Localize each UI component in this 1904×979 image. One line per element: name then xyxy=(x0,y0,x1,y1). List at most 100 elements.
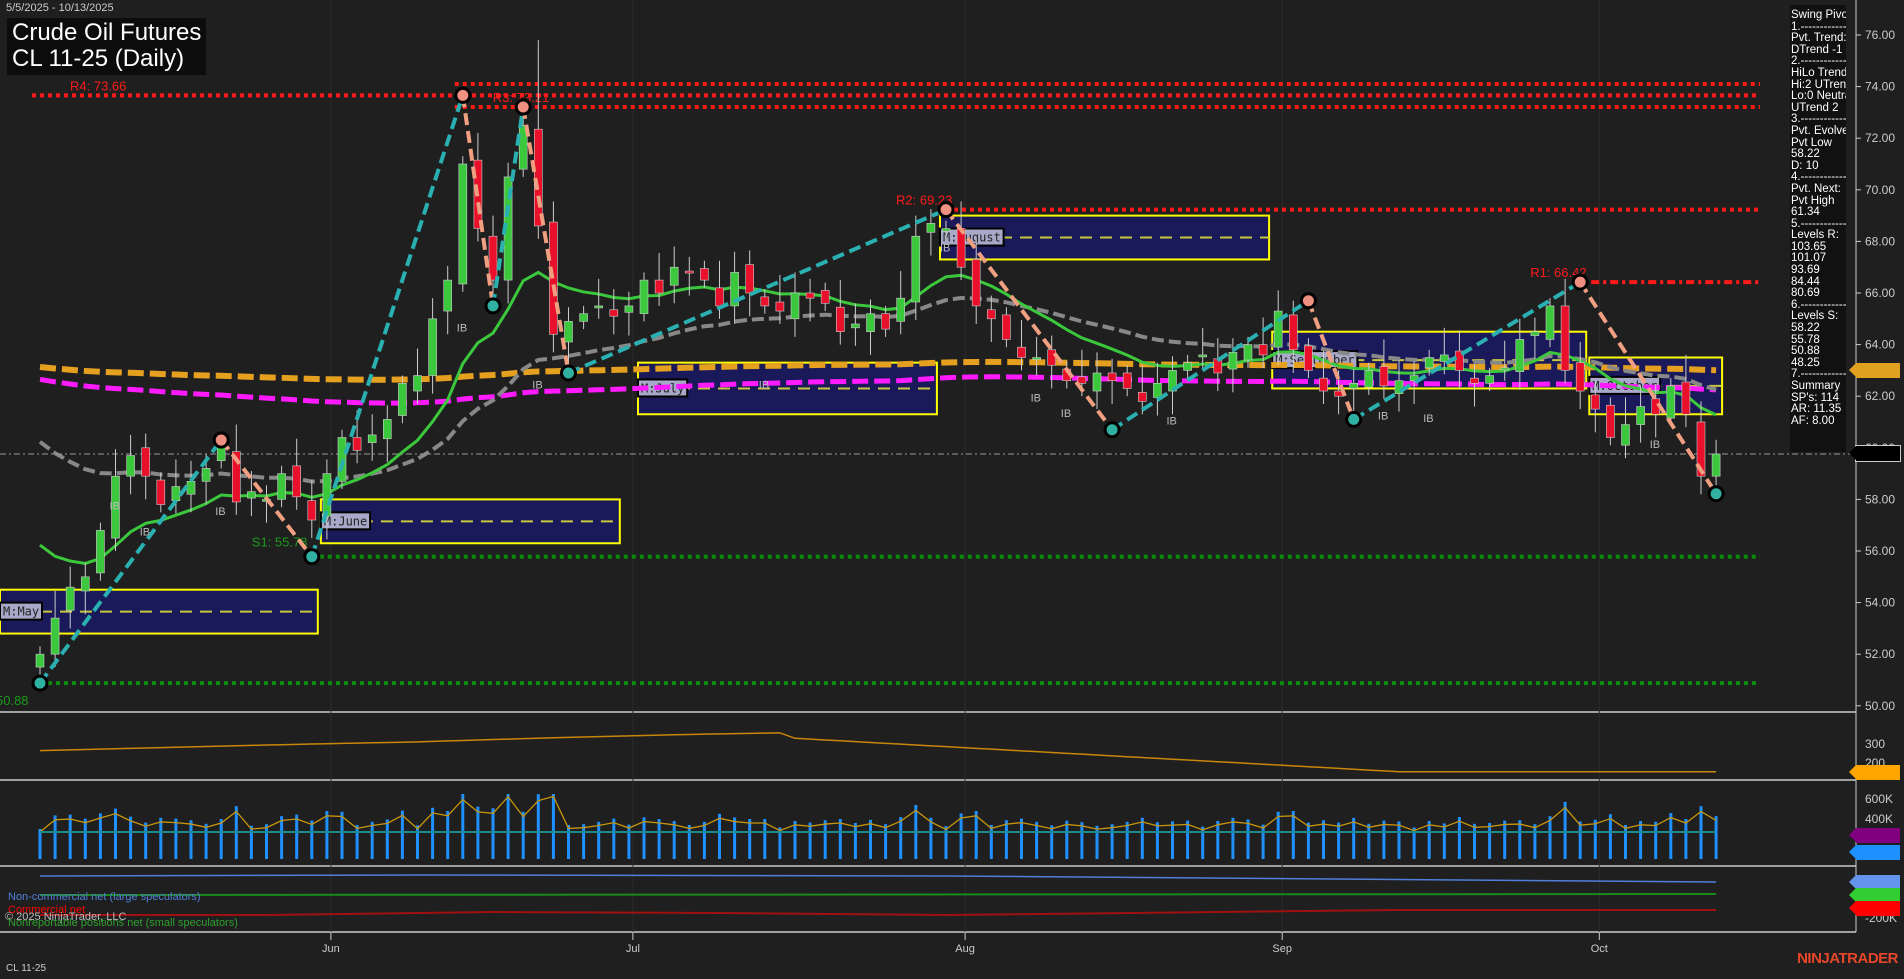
candle-up xyxy=(458,163,468,285)
candle-down xyxy=(956,228,966,268)
commercial-tag: -119K xyxy=(1849,901,1900,916)
swing-pivot-line: Pvt. Next: xyxy=(1791,182,1841,195)
volume-bar xyxy=(1608,814,1612,859)
swing-pivot-line: Swing Pivots xyxy=(1791,9,1846,21)
volume-bar xyxy=(763,819,767,859)
volume-bar xyxy=(1171,821,1174,859)
candle-down xyxy=(1017,346,1026,358)
volume-bar xyxy=(249,825,253,859)
nonreportable-line xyxy=(39,893,1717,896)
candle-up xyxy=(65,586,75,611)
y-tick-label: 70.00 xyxy=(1865,183,1895,197)
volume-bar xyxy=(853,823,857,859)
volume-bar xyxy=(899,817,903,859)
symbol-label: CL 11-25 xyxy=(6,963,47,974)
candle-up xyxy=(1545,305,1555,340)
volume-bar xyxy=(400,810,404,859)
volume-bar xyxy=(567,825,570,859)
candle-down xyxy=(835,306,845,333)
candle-up xyxy=(1032,357,1041,360)
candle-up xyxy=(398,382,407,416)
volume-bar xyxy=(1654,821,1658,859)
candle-up xyxy=(1243,344,1253,361)
support-label: 50.88 xyxy=(0,693,29,708)
volume-ma-line xyxy=(39,795,1717,833)
x-tick-label: Sep xyxy=(1272,943,1292,955)
volume-bar xyxy=(1035,821,1039,859)
volume-tag: 89131 xyxy=(1849,845,1900,860)
ma-price-tag: 63.03 xyxy=(1849,363,1900,378)
volume-bar xyxy=(687,825,691,859)
candle-down xyxy=(805,292,815,299)
volume-bar xyxy=(1261,824,1265,859)
volume-bar xyxy=(1065,820,1069,859)
candle-down xyxy=(1470,377,1479,384)
atr-line xyxy=(39,732,1717,773)
volume-bar xyxy=(265,824,268,859)
volume-bar xyxy=(1231,817,1235,859)
candle-down xyxy=(715,287,724,307)
candle-down xyxy=(1319,377,1328,392)
candle-down xyxy=(881,313,890,330)
up-swing-leg xyxy=(567,207,947,375)
swing-pivot-line: 93.69 xyxy=(1791,264,1820,277)
volume-bar xyxy=(189,820,193,859)
price-chart[interactable]: 76.00 74.00 72.00 70.00 68.00 66.00 64.00 62.00… xyxy=(0,0,1904,979)
candle-up xyxy=(941,228,951,232)
volume-bar xyxy=(1306,822,1310,859)
volume-bar xyxy=(506,794,510,859)
candle-down xyxy=(775,301,785,312)
swing-low-marker xyxy=(1345,410,1363,428)
instrument-contract: CL 11-25 (Daily) xyxy=(12,45,185,72)
swing-pivot-line: 61.34 xyxy=(1791,206,1820,219)
candle-up xyxy=(1500,367,1509,371)
volume-bar xyxy=(1337,822,1341,859)
volume-bar xyxy=(1503,820,1507,859)
volume-bar xyxy=(144,822,148,859)
ib-label: IB xyxy=(1167,416,1177,428)
candle-up xyxy=(1515,339,1525,372)
volume-bar xyxy=(340,811,344,859)
y-tick-label: 58.00 xyxy=(1865,492,1895,506)
ib-label: IB xyxy=(1061,408,1071,420)
ib-label: IB xyxy=(759,379,769,391)
candle-up xyxy=(851,323,860,329)
volume-ma-tag: 256K xyxy=(1849,828,1900,843)
y-tick-label: 74.00 xyxy=(1865,80,1895,94)
date-range: 5/5/2025 - 10/13/2025 xyxy=(6,2,114,14)
swing-low-marker xyxy=(484,297,502,315)
volume-bar xyxy=(1050,825,1054,859)
volume-bar xyxy=(1291,811,1295,859)
ib-label: IB xyxy=(1031,392,1041,404)
candle-down xyxy=(1304,345,1313,371)
x-tick-label: Jun xyxy=(322,943,340,955)
volume-bar xyxy=(808,822,812,859)
volume-bar xyxy=(551,794,555,859)
swing-low-marker xyxy=(31,674,49,692)
swing-pivot-line: Summary xyxy=(1791,380,1841,392)
candle-up xyxy=(896,297,906,322)
volume-bar xyxy=(416,825,419,859)
candle-up xyxy=(1349,382,1358,389)
atr-tag: 154 xyxy=(1849,765,1900,780)
volume-bar xyxy=(129,816,133,859)
candle-down xyxy=(1560,305,1570,371)
volume-bar xyxy=(1216,821,1220,859)
candle-up xyxy=(866,313,875,333)
volume-bar xyxy=(929,817,933,859)
volume-bar xyxy=(884,824,888,859)
volume-bar xyxy=(385,819,389,859)
volume-bar xyxy=(718,813,721,859)
volume-bar xyxy=(370,821,374,859)
volume-bar xyxy=(1427,821,1431,859)
volume-bar xyxy=(1533,824,1537,859)
last-price-tag: 59.76 xyxy=(1849,445,1901,462)
candle-up xyxy=(1183,362,1192,371)
volume-bar xyxy=(1639,821,1643,859)
candle-up xyxy=(926,223,936,233)
volume-bar xyxy=(491,808,495,859)
candle-up xyxy=(171,486,181,501)
swing-low-marker xyxy=(1707,485,1725,503)
volume-bar xyxy=(1352,817,1356,859)
candle-up xyxy=(1440,354,1449,362)
